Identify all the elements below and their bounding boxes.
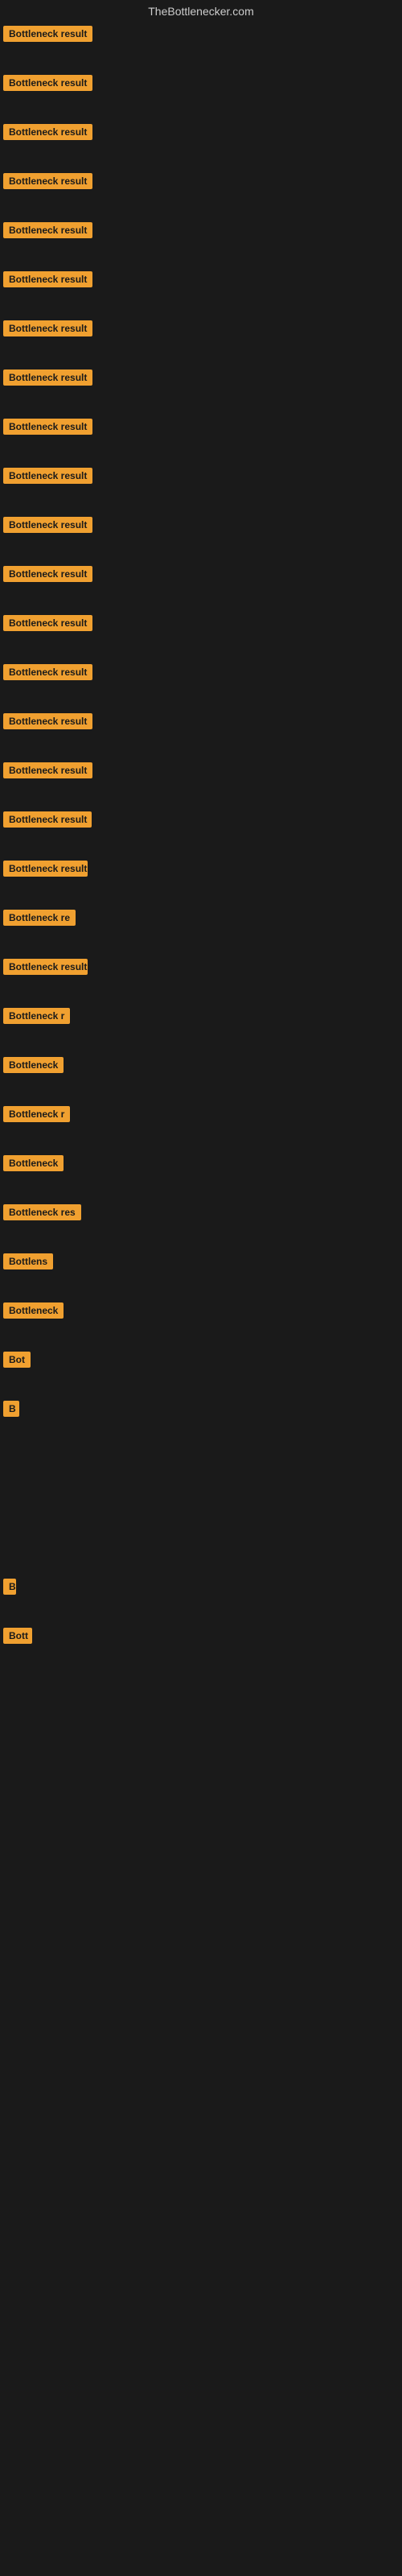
site-header: TheBottlenecker.com [0, 0, 402, 21]
bottleneck-badge[interactable]: Bottleneck result [3, 517, 92, 533]
bottleneck-badge[interactable]: Bottleneck r [3, 1008, 70, 1024]
bottleneck-badge[interactable]: Bot [3, 1352, 31, 1368]
bottleneck-row: Bottleneck result [0, 365, 402, 414]
bottleneck-badge[interactable]: Bottleneck result [3, 419, 92, 435]
bottleneck-badge[interactable]: Bottleneck [3, 1302, 64, 1319]
bottleneck-badge[interactable]: Bottlens [3, 1253, 53, 1269]
bottleneck-row: Bottleneck r [0, 1003, 402, 1052]
spacer-row [0, 1736, 402, 1801]
bottleneck-badge[interactable]: Bottleneck res [3, 1204, 81, 1220]
bottleneck-badge[interactable]: Bottleneck result [3, 861, 88, 877]
bottleneck-row: Bottleneck result [0, 21, 402, 70]
bottleneck-badge[interactable]: Bottleneck r [3, 1106, 70, 1122]
bottleneck-row: Bottleneck result [0, 266, 402, 316]
bottleneck-row: Bottleneck result [0, 414, 402, 463]
bottleneck-badge[interactable]: Bottleneck result [3, 566, 92, 582]
spacer-row [0, 1672, 402, 1736]
bottleneck-badge[interactable]: Bottleneck [3, 1057, 64, 1073]
bottleneck-row: Bottleneck result [0, 70, 402, 119]
bottleneck-badge[interactable]: Bottleneck result [3, 959, 88, 975]
bottleneck-badge[interactable]: Bott [3, 1628, 32, 1644]
bottleneck-row: Bottleneck result [0, 463, 402, 512]
bottleneck-row: Bottleneck result [0, 119, 402, 168]
bottleneck-row: Bottleneck result [0, 316, 402, 365]
bottleneck-row: Bottleneck result [0, 807, 402, 856]
bottleneck-row: Bottlens [0, 1249, 402, 1298]
bottleneck-badge[interactable]: Bottleneck result [3, 124, 92, 140]
bottleneck-row: Bot [0, 1347, 402, 1396]
bottleneck-badge[interactable]: Bottleneck result [3, 713, 92, 729]
bottleneck-badge[interactable]: Bottleneck result [3, 762, 92, 778]
bottleneck-badge[interactable]: Bottleneck result [3, 26, 92, 42]
bottleneck-badge[interactable]: Bottleneck result [3, 369, 92, 386]
bottleneck-row: B [0, 1574, 402, 1623]
bottleneck-row: Bottleneck result [0, 954, 402, 1003]
bottleneck-badge[interactable]: Bottleneck result [3, 75, 92, 91]
bottleneck-row: Bottleneck result [0, 856, 402, 905]
spacer-row [0, 1801, 402, 1865]
page-wrapper: TheBottlenecker.com Bottleneck resultBot… [0, 0, 402, 2576]
bottleneck-badge[interactable]: Bottleneck re [3, 910, 76, 926]
spacer-row [0, 1509, 402, 1574]
spacer-row [0, 1930, 402, 1994]
bottleneck-badge[interactable]: B [3, 1579, 16, 1595]
bottleneck-row: Bottleneck result [0, 168, 402, 217]
bottleneck-row: Bottleneck result [0, 659, 402, 708]
bottleneck-badge[interactable]: Bottleneck [3, 1155, 64, 1171]
spacer-row [0, 1445, 402, 1509]
bottleneck-badge[interactable]: Bottleneck result [3, 811, 92, 828]
bottleneck-badge[interactable]: B [3, 1401, 19, 1417]
bottleneck-row: Bottleneck result [0, 758, 402, 807]
bottleneck-badge[interactable]: Bottleneck result [3, 222, 92, 238]
bottleneck-badge[interactable]: Bottleneck result [3, 468, 92, 484]
bottleneck-row: Bottleneck [0, 1052, 402, 1101]
bottleneck-row: Bott [0, 1623, 402, 1672]
bottleneck-badge[interactable]: Bottleneck result [3, 271, 92, 287]
bottleneck-row: Bottleneck [0, 1150, 402, 1199]
bottleneck-row: Bottleneck result [0, 561, 402, 610]
bottleneck-row: Bottleneck re [0, 905, 402, 954]
bottleneck-row: Bottleneck result [0, 610, 402, 659]
bottleneck-row: Bottleneck [0, 1298, 402, 1347]
site-title: TheBottlenecker.com [148, 5, 254, 18]
bottleneck-badge[interactable]: Bottleneck result [3, 664, 92, 680]
bottleneck-row: Bottleneck result [0, 708, 402, 758]
items-container: Bottleneck result Bottleneck result Bottle… [0, 21, 402, 1994]
bottleneck-row: Bottleneck res [0, 1199, 402, 1249]
bottleneck-row: Bottleneck result [0, 512, 402, 561]
spacer-row [0, 1865, 402, 1930]
bottleneck-row: Bottleneck r [0, 1101, 402, 1150]
bottleneck-row: B [0, 1396, 402, 1445]
bottleneck-badge[interactable]: Bottleneck result [3, 173, 92, 189]
bottleneck-badge[interactable]: Bottleneck result [3, 320, 92, 336]
bottleneck-badge[interactable]: Bottleneck result [3, 615, 92, 631]
bottleneck-row: Bottleneck result [0, 217, 402, 266]
